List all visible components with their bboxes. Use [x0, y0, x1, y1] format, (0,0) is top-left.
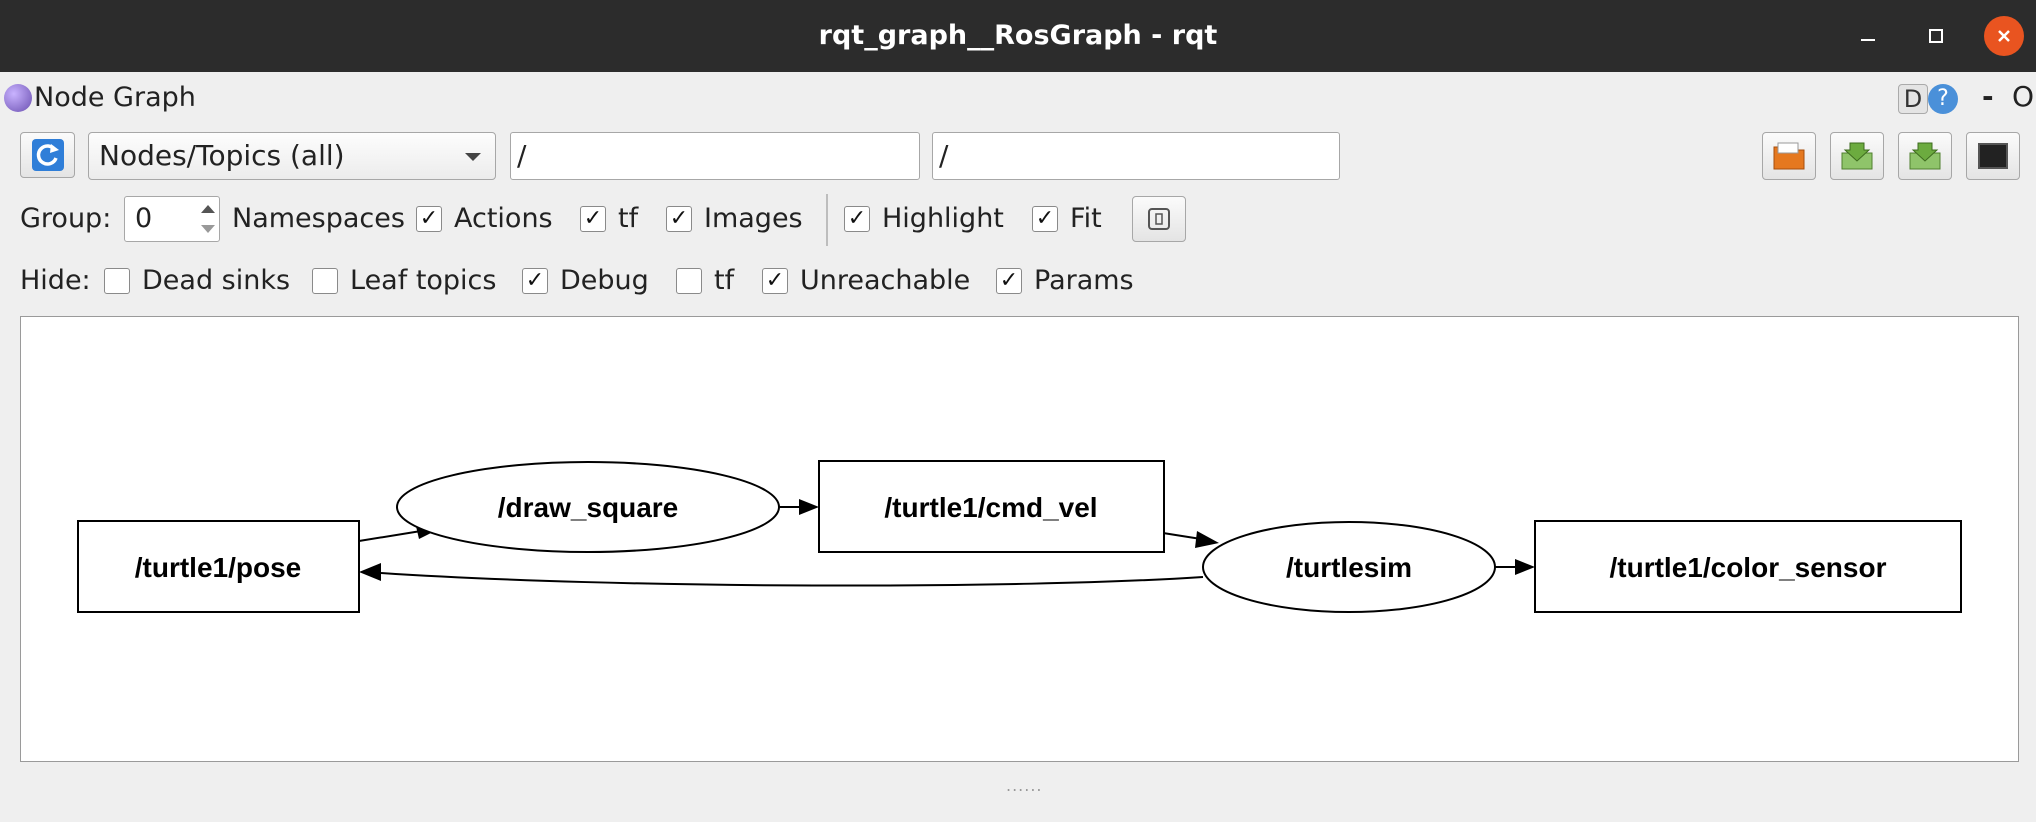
namespaces-label[interactable]: Namespaces [232, 203, 405, 234]
actions-checkbox[interactable]: ✓ [416, 206, 442, 232]
save-image-button[interactable] [1966, 132, 2020, 180]
edge-pose-to-draw-square [358, 530, 422, 542]
node-turtle1-pose[interactable]: /turtle1/pose [77, 520, 360, 613]
save-svg-icon [1909, 142, 1941, 170]
maximize-icon[interactable] [1916, 16, 1956, 56]
edge-cmd-vel-to-turtlesim [1162, 532, 1202, 540]
graph-svg: /turtle1/pose /draw_square /turtle1/cmd_… [77, 460, 1962, 613]
tf-hide-checkbox[interactable] [676, 268, 702, 294]
arrowhead [1515, 559, 1535, 575]
graph-type-value: Nodes/Topics (all) [99, 139, 345, 172]
node-draw-square[interactable]: /draw_square [396, 461, 780, 553]
highlight-checkbox[interactable]: ✓ [844, 206, 870, 232]
window-titlebar: rqt_graph__RosGraph - rqt [0, 0, 2036, 72]
hide-label: Hide: [20, 265, 91, 296]
fit-view-icon [1148, 208, 1170, 230]
leaf-topics-checkbox[interactable] [312, 268, 338, 294]
dock-button[interactable]: D [1898, 84, 1928, 114]
node-turtle1-color-sensor[interactable]: /turtle1/color_sensor [1534, 520, 1962, 613]
tf-hide-label: tf [714, 265, 735, 296]
window-title: rqt_graph__RosGraph - rqt [818, 20, 1218, 51]
edge-turtlesim-to-pose [380, 572, 1204, 587]
actions-label: Actions [454, 203, 553, 234]
panel-header: Node Graph D ? - O [0, 72, 2036, 126]
group-spinbox[interactable]: 0 [124, 196, 220, 242]
spin-down-icon[interactable] [201, 225, 215, 233]
unreachable-label: Unreachable [800, 265, 971, 296]
topic-filter-input[interactable]: / [932, 132, 1340, 180]
dead-sinks-label: Dead sinks [142, 265, 291, 296]
node-label: /turtlesim [1286, 552, 1412, 583]
save-dot-icon [1841, 142, 1873, 170]
arrowhead [1195, 531, 1219, 548]
spin-up-icon[interactable] [201, 205, 215, 213]
minimize-icon[interactable] [1848, 16, 1888, 56]
params-label: Params [1034, 265, 1134, 296]
node-label: /turtle1/pose [135, 552, 301, 583]
node-label: /draw_square [498, 492, 679, 523]
group-label: Group: [20, 203, 112, 234]
highlight-label: Highlight [882, 203, 1004, 234]
node-filter-input[interactable]: / [510, 132, 920, 180]
group-value: 0 [135, 203, 153, 234]
node-turtlesim[interactable]: /turtlesim [1202, 521, 1496, 613]
resize-grip[interactable]: ...... [1006, 776, 1043, 795]
node-turtle1-cmd-vel[interactable]: /turtle1/cmd_vel [818, 460, 1165, 553]
refresh-icon [31, 139, 64, 171]
params-checkbox[interactable]: ✓ [996, 268, 1022, 294]
graph-canvas[interactable]: /turtle1/pose /draw_square /turtle1/cmd_… [20, 316, 2019, 762]
folder-icon [1773, 142, 1805, 170]
image-icon [1978, 143, 2008, 169]
save-dot-button[interactable] [1830, 132, 1884, 180]
tf-group-label: tf [618, 203, 639, 234]
close-icon[interactable] [1984, 16, 2024, 56]
arrowhead [799, 499, 819, 515]
unreachable-checkbox[interactable]: ✓ [762, 268, 788, 294]
node-label: /turtle1/cmd_vel [884, 492, 1097, 523]
panel-title: Node Graph [34, 82, 196, 113]
plugin-icon [4, 84, 32, 112]
close-panel-button[interactable]: O [2012, 80, 2034, 113]
leaf-topics-label: Leaf topics [350, 265, 497, 296]
tf-group-checkbox[interactable]: ✓ [580, 206, 606, 232]
minimize-panel-button[interactable]: - [1982, 80, 1994, 113]
fit-checkbox[interactable]: ✓ [1032, 206, 1058, 232]
separator [826, 194, 828, 246]
images-label: Images [704, 203, 803, 234]
graph-type-select[interactable]: Nodes/Topics (all) [88, 132, 496, 180]
load-dot-button[interactable] [1762, 132, 1816, 180]
dead-sinks-checkbox[interactable] [104, 268, 130, 294]
fit-view-button[interactable] [1132, 196, 1186, 242]
help-icon[interactable]: ? [1928, 84, 1958, 114]
node-label: /turtle1/color_sensor [1610, 552, 1887, 583]
debug-checkbox[interactable]: ✓ [522, 268, 548, 294]
save-svg-button[interactable] [1898, 132, 1952, 180]
debug-label: Debug [560, 265, 649, 296]
images-checkbox[interactable]: ✓ [666, 206, 692, 232]
arrowhead [359, 563, 381, 581]
chevron-down-icon [465, 153, 481, 161]
refresh-button[interactable] [20, 132, 75, 178]
fit-label: Fit [1070, 203, 1102, 234]
